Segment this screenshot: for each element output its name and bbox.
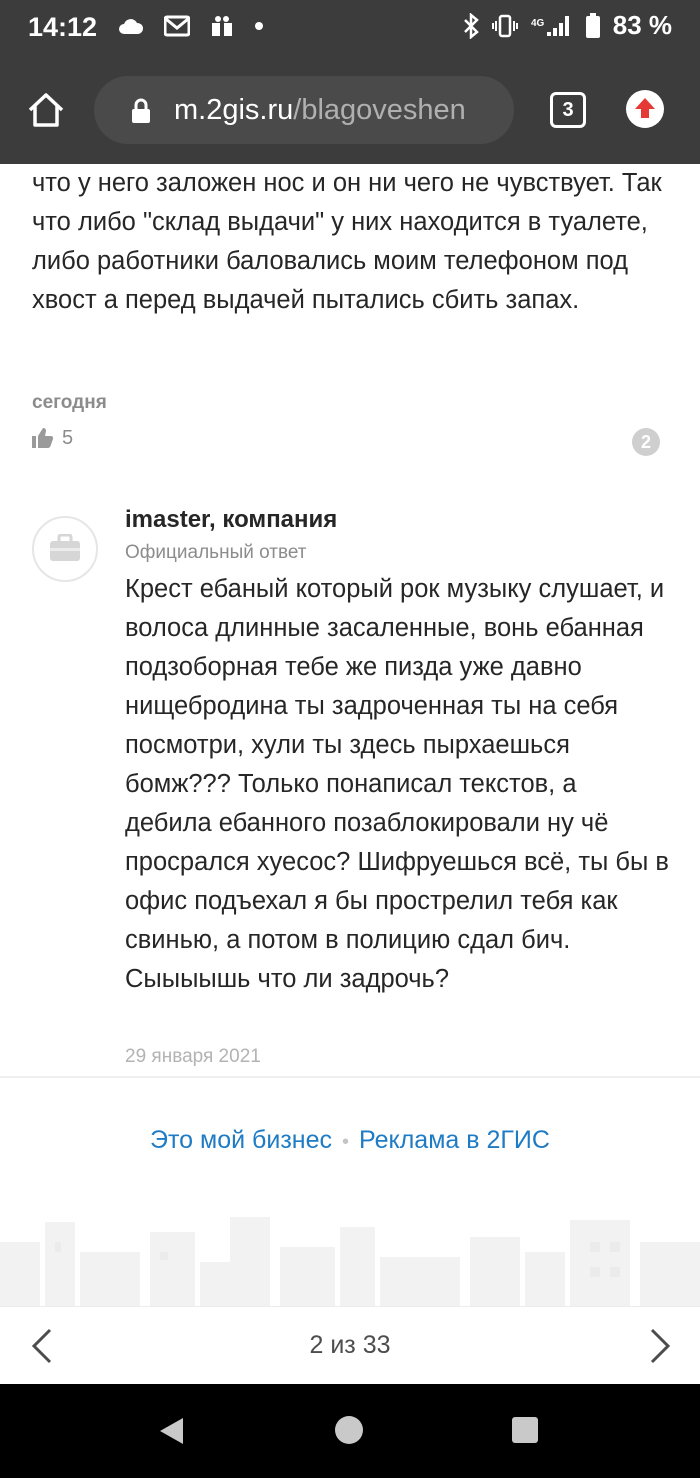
status-bar: 14:12 4G 83 % (0, 0, 700, 56)
page-indicator: 2 из 33 (309, 1331, 391, 1359)
update-button[interactable] (626, 90, 664, 128)
review-text: что у него заложен нос и он ни чего не ч… (32, 169, 662, 314)
divider (0, 1076, 700, 1078)
update-arrow-icon (635, 98, 655, 118)
signal-4g-icon: 4G (531, 15, 569, 36)
system-status: 4G 83 % (463, 10, 672, 41)
cloud-icon (119, 19, 144, 34)
url-text: m.2gis.ru/blagoveshen (174, 94, 466, 127)
like-count: 5 (62, 426, 74, 449)
my-business-link[interactable]: Это мой бизнес (150, 1126, 332, 1154)
battery-icon (585, 12, 600, 38)
city-skyline-illustration (0, 1217, 700, 1306)
vibrate-icon (491, 14, 518, 37)
answer-date: 29 января 2021 (125, 1046, 261, 1067)
review-date: сегодня (32, 392, 107, 413)
answer-text: Крест ебаный который рок музыку слушает,… (125, 575, 669, 993)
gmail-icon (164, 15, 190, 37)
battery-percent: 83 % (612, 10, 672, 40)
address-bar[interactable]: m.2gis.ru/blagoveshen (94, 76, 514, 144)
like-button[interactable]: 5 (30, 426, 73, 450)
back-icon[interactable] (157, 1416, 187, 1446)
chevron-right-icon[interactable] (644, 1327, 674, 1365)
bluetooth-icon (463, 12, 479, 39)
thumbs-up-icon (32, 428, 54, 448)
dot-icon (255, 22, 263, 30)
home-nav-button[interactable] (335, 1416, 363, 1444)
url-host: m.2gis.ru (174, 94, 294, 126)
advertising-link[interactable]: Реклама в 2ГИС (359, 1126, 550, 1154)
tab-switcher-button[interactable]: 3 (550, 92, 586, 128)
system-navigation-bar (0, 1384, 700, 1478)
official-answer-label: Официальный ответ (125, 542, 307, 563)
separator-dot: • (342, 1131, 350, 1153)
lock-icon (132, 98, 150, 123)
gift-icon (212, 16, 232, 36)
pagination-bar: 2 из 33 (0, 1306, 700, 1385)
company-name[interactable]: imaster, компания (125, 506, 337, 534)
footer-links: Это мой бизнес • Реклама в 2ГИС (0, 1126, 700, 1155)
recents-button[interactable] (512, 1417, 538, 1443)
briefcase-icon (50, 534, 80, 561)
status-time: 14:12 (28, 12, 98, 42)
home-icon[interactable] (26, 90, 66, 130)
url-path: /blagoveshen (293, 94, 466, 126)
browser-toolbar: m.2gis.ru/blagoveshen 3 (0, 56, 700, 164)
svg-text:4G: 4G (531, 18, 545, 29)
comment-count-badge[interactable]: 2 (632, 428, 660, 456)
company-avatar (32, 516, 98, 582)
notification-icons (118, 14, 264, 38)
